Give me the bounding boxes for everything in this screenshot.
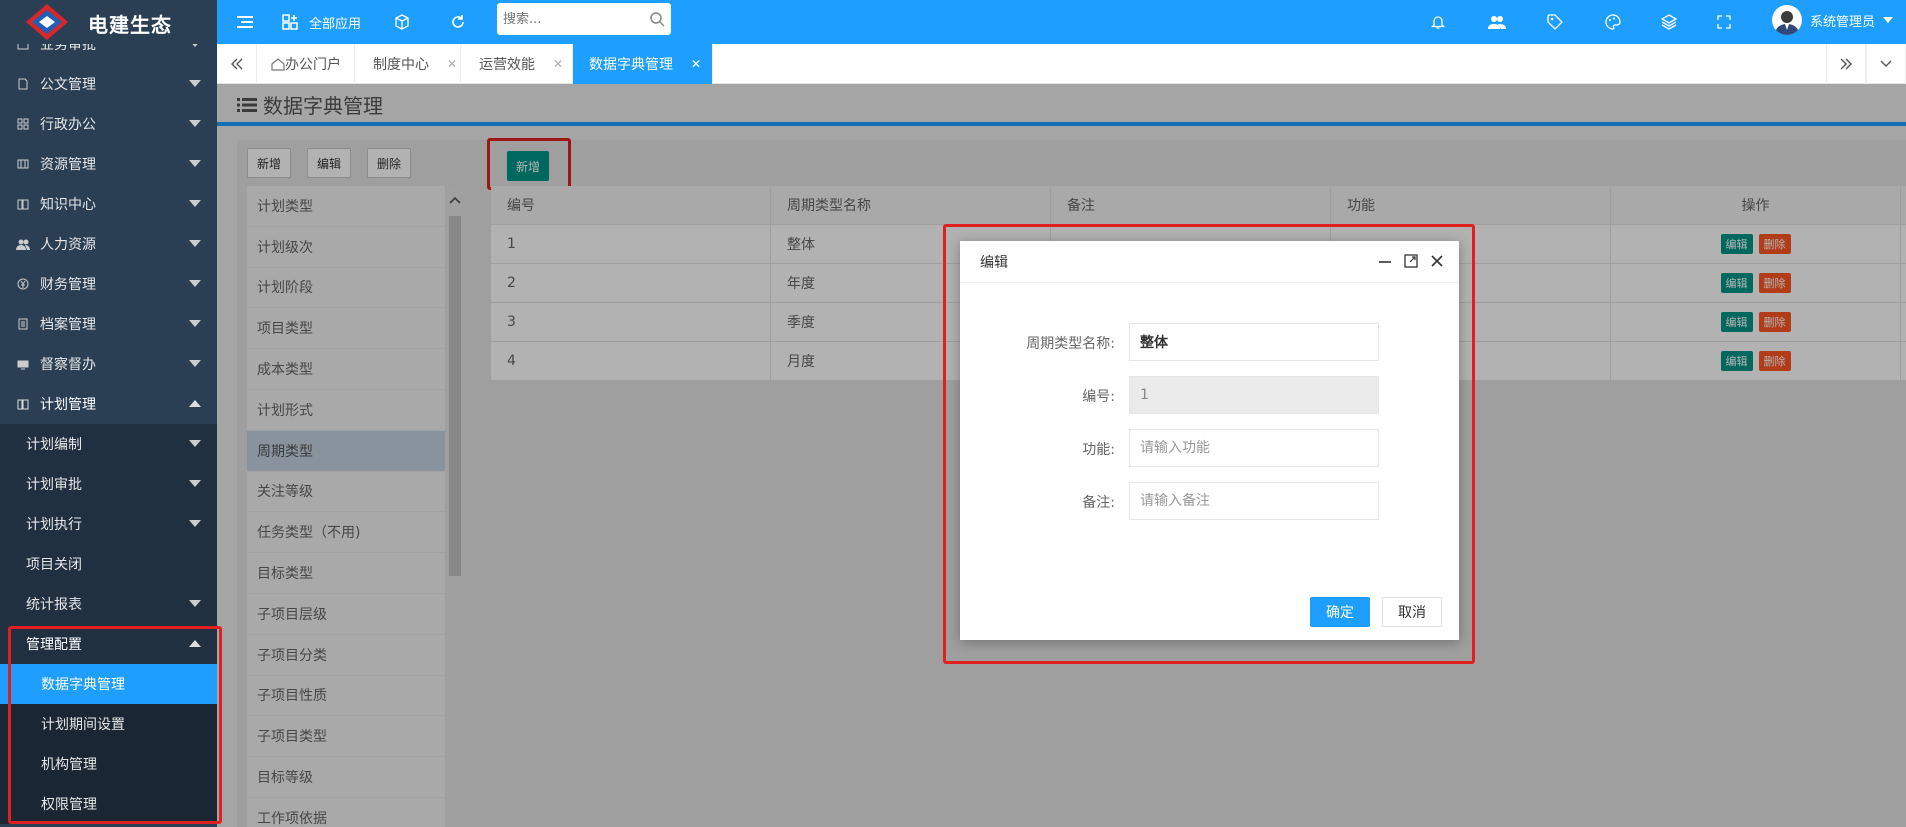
grid-icon: [16, 117, 30, 131]
sidebar-item-archive[interactable]: 档案管理: [0, 304, 217, 344]
chevron-up-icon: [189, 400, 201, 407]
sidebar-item-knowledge[interactable]: 知识中心: [0, 184, 217, 224]
tabs-scroll-left-icon[interactable]: [217, 44, 257, 84]
sidebar-item-admin[interactable]: 行政办公: [0, 104, 217, 144]
apps-icon[interactable]: [280, 12, 300, 32]
bell-icon[interactable]: [1428, 12, 1448, 32]
refresh-icon[interactable]: [448, 12, 468, 32]
top-bar: 电建生态 全部应用 系统管理员: [0, 0, 1906, 44]
tab-label: 制度中心: [373, 57, 429, 73]
close-icon[interactable]: ✕: [691, 57, 701, 71]
chevron-down-icon: [189, 160, 201, 167]
avatar: [1772, 5, 1802, 35]
tab-label: 数据字典管理: [589, 57, 673, 73]
tab-label: 办公门户: [285, 57, 341, 73]
sidebar-item-finance[interactable]: 财务管理: [0, 264, 217, 304]
sidebar-item-project-close[interactable]: 项目关闭: [0, 544, 217, 584]
sidebar-item-label: 财务管理: [40, 277, 96, 293]
highlight-box: [943, 224, 1475, 664]
chevron-down-icon: [189, 120, 201, 127]
users-icon: [16, 237, 30, 251]
close-icon[interactable]: ✕: [447, 57, 457, 71]
document-icon: [16, 44, 30, 51]
search-box[interactable]: [497, 3, 671, 35]
search-icon[interactable]: [649, 11, 665, 27]
sidebar-item-plan[interactable]: 计划管理: [0, 384, 217, 424]
layers-icon[interactable]: [1659, 12, 1679, 32]
sidebar-item-hr[interactable]: 人力资源: [0, 224, 217, 264]
sidebar-item-label: 计划管理: [40, 397, 96, 413]
search-input[interactable]: [497, 3, 637, 35]
sidebar-item-statistics[interactable]: 统计报表: [0, 584, 217, 624]
file-icon: [16, 77, 30, 91]
chevron-down-icon: [189, 320, 201, 327]
fullscreen-icon[interactable]: [1714, 12, 1734, 32]
sidebar-item-plan-approval[interactable]: 计划审批: [0, 464, 217, 504]
logo-icon: [26, 4, 68, 40]
tab-policy-center[interactable]: 制度中心 ✕: [355, 44, 461, 84]
yen-icon: [16, 277, 30, 291]
tab-data-dictionary[interactable]: 数据字典管理 ✕: [573, 44, 713, 84]
chevron-down-icon: [189, 200, 201, 207]
sidebar-item-label: 统计报表: [26, 597, 82, 613]
chevron-down-icon: [189, 360, 201, 367]
close-icon[interactable]: ✕: [553, 57, 563, 71]
all-apps-link[interactable]: 全部应用: [309, 13, 361, 32]
sidebar-item-label: 计划审批: [26, 477, 82, 493]
sidebar-item-approval[interactable]: 业务审批: [0, 44, 217, 64]
sidebar-item-label: 公文管理: [40, 77, 96, 93]
tab-bar: 办公门户 制度中心 ✕ 运营效能 ✕ 数据字典管理 ✕: [217, 44, 1906, 84]
sidebar-item-supervision[interactable]: 督察督办: [0, 344, 217, 384]
tab-label: 运营效能: [479, 57, 535, 73]
palette-icon[interactable]: [1603, 12, 1623, 32]
sidebar-item-plan-execution[interactable]: 计划执行: [0, 504, 217, 544]
tab-operations[interactable]: 运营效能 ✕: [461, 44, 573, 84]
home-icon: [271, 58, 285, 71]
sidebar-item-resources[interactable]: 资源管理: [0, 144, 217, 184]
sidebar-item-label: 计划编制: [26, 437, 82, 453]
highlight-box: [8, 626, 222, 824]
chevron-down-icon: [189, 280, 201, 287]
chevron-down-icon: [189, 80, 201, 87]
tab-office-portal[interactable]: 办公门户: [257, 44, 355, 84]
chevron-down-icon: [189, 520, 201, 527]
users-icon[interactable]: [1487, 12, 1507, 32]
sidebar-item-label: 项目关闭: [26, 557, 82, 573]
cube-icon[interactable]: [392, 12, 412, 32]
chevron-down-icon: [1883, 17, 1894, 23]
sidebar-item-label: 档案管理: [40, 317, 96, 333]
sidebar-item-label: 业务审批: [40, 44, 96, 53]
chevron-down-icon: [189, 480, 201, 487]
logo: 电建生态: [0, 0, 217, 44]
table-icon: [16, 157, 30, 171]
book-icon: [16, 197, 30, 211]
sidebar-item-label: 计划执行: [26, 517, 82, 533]
tag-icon[interactable]: [1545, 12, 1565, 32]
sidebar-item-label: 行政办公: [40, 117, 96, 133]
sidebar-item-documents[interactable]: 公文管理: [0, 64, 217, 104]
sidebar-item-label: 人力资源: [40, 237, 96, 253]
chevron-down-icon: [189, 44, 201, 47]
user-name: 系统管理员: [1810, 14, 1876, 30]
archive-icon: [16, 317, 30, 331]
sidebar-item-label: 资源管理: [40, 157, 96, 173]
sidebar-item-label: 督察督办: [40, 357, 96, 373]
tabs-scroll-right-icon[interactable]: [1826, 44, 1866, 84]
chevron-down-icon: [189, 240, 201, 247]
plan-icon: [16, 397, 30, 411]
menu-toggle-icon[interactable]: [235, 12, 255, 32]
monitor-icon: [16, 357, 30, 371]
sidebar-item-plan-compile[interactable]: 计划编制: [0, 424, 217, 464]
logo-text: 电建生态: [88, 13, 172, 37]
user-menu[interactable]: 系统管理员: [1772, 5, 1894, 35]
chevron-down-icon: [189, 600, 201, 607]
tabs-menu-chevron-icon[interactable]: [1866, 44, 1906, 84]
sidebar-item-label: 知识中心: [40, 197, 96, 213]
chevron-down-icon: [189, 440, 201, 447]
